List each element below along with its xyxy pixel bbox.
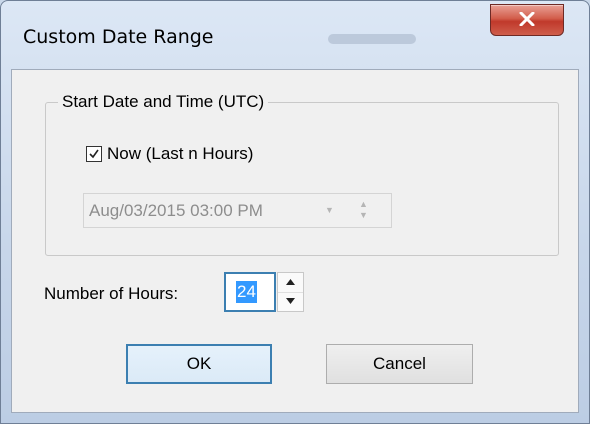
chevron-down-icon xyxy=(286,298,295,304)
hours-spin-up-button[interactable] xyxy=(278,273,303,293)
now-checkbox-label: Now (Last n Hours) xyxy=(107,144,254,163)
hours-input-selected-text: 24 xyxy=(236,281,257,303)
close-button[interactable] xyxy=(490,4,564,36)
close-icon xyxy=(519,12,535,26)
checkmark-icon xyxy=(89,149,99,159)
cancel-button[interactable]: Cancel xyxy=(326,344,473,384)
start-date-group: Start Date and Time (UTC) Now (Last n Ho… xyxy=(45,92,559,256)
hours-spin-down-button[interactable] xyxy=(278,292,303,311)
datetime-value: Aug/03/2015 03:00 PM xyxy=(89,201,263,220)
datetime-picker[interactable]: Aug/03/2015 03:00 PM ▼ ▲ ▼ xyxy=(83,193,392,228)
dropdown-arrow-icon[interactable]: ▼ xyxy=(325,205,334,215)
chevron-up-icon xyxy=(286,279,295,285)
window-title: Custom Date Range xyxy=(23,26,214,48)
hours-spinner[interactable] xyxy=(277,272,304,312)
dialog-window: Custom Date Range Start Date and Time (U… xyxy=(0,0,590,424)
group-legend: Start Date and Time (UTC) xyxy=(58,92,269,112)
spin-down-icon[interactable]: ▼ xyxy=(359,210,368,220)
hours-input[interactable]: 24 xyxy=(224,272,276,312)
spin-up-icon[interactable]: ▲ xyxy=(359,199,368,209)
ok-button[interactable]: OK xyxy=(126,344,272,384)
now-checkbox[interactable] xyxy=(86,146,102,162)
hours-label: Number of Hours: xyxy=(44,284,179,303)
dialog-client-area: Start Date and Time (UTC) Now (Last n Ho… xyxy=(11,69,579,413)
blurred-title-text xyxy=(328,34,416,44)
